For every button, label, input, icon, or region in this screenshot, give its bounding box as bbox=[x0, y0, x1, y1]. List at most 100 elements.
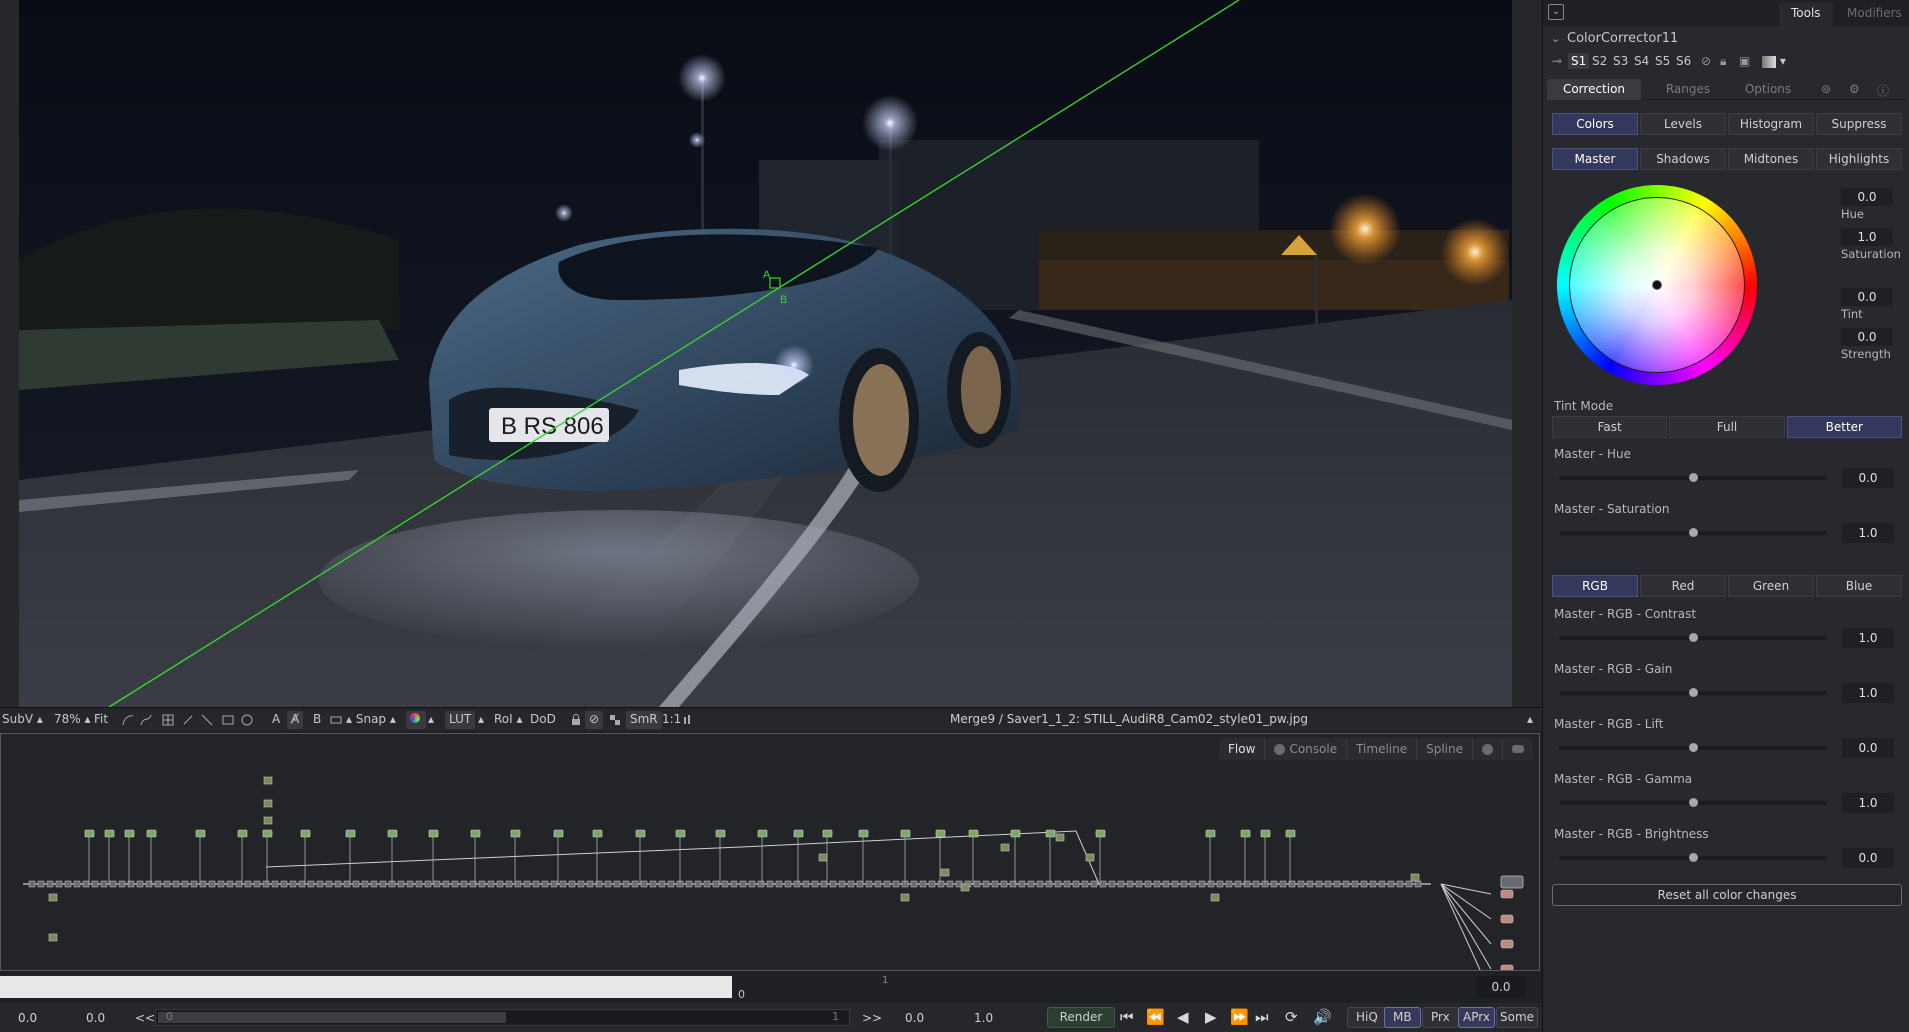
version-s2[interactable]: S2 bbox=[1589, 53, 1610, 69]
version-s1[interactable]: S1 bbox=[1568, 53, 1590, 69]
render-start-field[interactable]: 0.0 bbox=[86, 1008, 105, 1028]
flow-node[interactable] bbox=[1135, 880, 1143, 888]
flow-node[interactable] bbox=[748, 880, 756, 888]
flow-node[interactable] bbox=[1351, 880, 1359, 888]
merge-node[interactable] bbox=[1500, 875, 1524, 889]
loader-node[interactable] bbox=[1010, 829, 1021, 838]
loader-node[interactable] bbox=[84, 829, 95, 838]
rgb-gamma-field[interactable]: 1.0 bbox=[1842, 793, 1894, 813]
rectangle-icon[interactable] bbox=[221, 713, 235, 727]
loader-node[interactable] bbox=[124, 829, 135, 838]
loader-node[interactable] bbox=[1285, 829, 1296, 838]
pin-icon[interactable]: ⊸ bbox=[1549, 53, 1565, 69]
flow-node[interactable] bbox=[1055, 833, 1065, 842]
channel-menu-arrow[interactable]: ▴ bbox=[428, 712, 434, 726]
split-ab-icon[interactable]: A̸ bbox=[287, 711, 304, 729]
flow-node[interactable] bbox=[775, 880, 783, 888]
flow-node[interactable] bbox=[263, 816, 273, 825]
flow-node[interactable] bbox=[856, 880, 864, 888]
loader-node[interactable] bbox=[428, 829, 439, 838]
flow-node[interactable] bbox=[818, 853, 828, 862]
loader-node[interactable] bbox=[553, 829, 564, 838]
version-s5[interactable]: S5 bbox=[1652, 53, 1673, 69]
render-button[interactable]: Render bbox=[1047, 1007, 1115, 1028]
flow-node[interactable] bbox=[667, 880, 675, 888]
fit-button[interactable]: Fit bbox=[94, 712, 108, 726]
node-graph[interactable] bbox=[1, 734, 1539, 970]
flow-node[interactable] bbox=[1144, 880, 1152, 888]
tab-green[interactable]: Green bbox=[1728, 575, 1814, 597]
color-wheel[interactable] bbox=[1557, 185, 1757, 385]
flow-node[interactable] bbox=[496, 880, 504, 888]
loader-node[interactable] bbox=[858, 829, 869, 838]
flow-node[interactable] bbox=[559, 880, 567, 888]
flow-node[interactable] bbox=[703, 880, 711, 888]
rgb-brightness-slider[interactable] bbox=[1559, 853, 1827, 862]
flow-node[interactable] bbox=[253, 880, 261, 888]
color-swatch-icon[interactable]: ▾ bbox=[1759, 53, 1789, 69]
flow-node[interactable] bbox=[1090, 880, 1098, 888]
strength-field[interactable]: 0.0 bbox=[1841, 328, 1893, 346]
flow-node[interactable] bbox=[379, 880, 387, 888]
flow-node[interactable] bbox=[946, 880, 954, 888]
zoom-menu[interactable]: 78% ▴ bbox=[54, 712, 91, 726]
color-channel-icon[interactable] bbox=[406, 711, 426, 729]
flow-node[interactable] bbox=[55, 880, 63, 888]
flow-node[interactable] bbox=[1315, 880, 1323, 888]
flow-node[interactable] bbox=[109, 880, 117, 888]
flow-node[interactable] bbox=[739, 880, 747, 888]
flow-node[interactable] bbox=[451, 880, 459, 888]
flow-node[interactable] bbox=[730, 880, 738, 888]
tab-red[interactable]: Red bbox=[1640, 575, 1726, 597]
rgb-lift-knob[interactable] bbox=[1689, 743, 1698, 752]
current-time-field[interactable]: 0.0 bbox=[1476, 976, 1526, 998]
step-forward-icon[interactable]: ⏩ bbox=[1230, 1008, 1249, 1026]
flow-node[interactable] bbox=[757, 880, 765, 888]
tint-mode-better[interactable]: Better bbox=[1786, 416, 1902, 438]
tab-suppress[interactable]: Suppress bbox=[1816, 113, 1902, 135]
loader-node[interactable] bbox=[675, 829, 686, 838]
flow-node[interactable] bbox=[1216, 880, 1224, 888]
rgb-contrast-knob[interactable] bbox=[1689, 633, 1698, 642]
view-b-button[interactable]: B bbox=[313, 712, 321, 726]
flow-panel[interactable]: Flow Console Timeline Spline bbox=[0, 733, 1540, 971]
loader-node[interactable] bbox=[968, 829, 979, 838]
loader-node[interactable] bbox=[1240, 829, 1251, 838]
rgb-gamma-knob[interactable] bbox=[1689, 798, 1698, 807]
rgb-gain-field[interactable]: 1.0 bbox=[1842, 683, 1894, 703]
flow-node[interactable] bbox=[478, 880, 486, 888]
flow-node[interactable] bbox=[181, 880, 189, 888]
guides-icon[interactable] bbox=[329, 713, 343, 727]
tab-blue[interactable]: Blue bbox=[1816, 575, 1902, 597]
flow-node[interactable] bbox=[1126, 880, 1134, 888]
loop-icon[interactable]: ⟳ bbox=[1285, 1008, 1298, 1026]
tint-mode-fast[interactable]: Fast bbox=[1552, 416, 1668, 438]
flow-node[interactable] bbox=[1360, 880, 1368, 888]
polyline-icon[interactable] bbox=[121, 713, 135, 727]
saturation-field[interactable]: 1.0 bbox=[1841, 228, 1893, 246]
go-to-start-icon[interactable]: ⏮ bbox=[1120, 1008, 1134, 1026]
ratio-button[interactable]: 1:1 bbox=[662, 712, 681, 726]
flow-node[interactable] bbox=[514, 880, 522, 888]
flow-node[interactable] bbox=[424, 880, 432, 888]
tab-ranges[interactable]: Ranges bbox=[1648, 79, 1728, 100]
flow-node[interactable] bbox=[577, 880, 585, 888]
flow-node[interactable] bbox=[622, 880, 630, 888]
gear-icon[interactable]: ⚙ bbox=[1839, 79, 1870, 100]
tab-colors[interactable]: Colors bbox=[1552, 113, 1638, 135]
loader-node[interactable] bbox=[262, 829, 273, 838]
saver-node[interactable] bbox=[1500, 964, 1514, 970]
some-button[interactable]: Some bbox=[1496, 1007, 1539, 1028]
flow-node[interactable] bbox=[937, 880, 945, 888]
flow-node[interactable] bbox=[523, 880, 531, 888]
flow-node[interactable] bbox=[235, 880, 243, 888]
flow-node[interactable] bbox=[940, 868, 950, 877]
flow-node[interactable] bbox=[263, 776, 273, 785]
flow-node[interactable] bbox=[415, 880, 423, 888]
flow-node[interactable] bbox=[1207, 880, 1215, 888]
tab-console[interactable]: Console bbox=[1265, 738, 1348, 760]
global-start-field[interactable]: 0.0 bbox=[18, 1008, 37, 1028]
flow-node[interactable] bbox=[793, 880, 801, 888]
viewer[interactable]: B RS 806 A B bbox=[0, 0, 1542, 707]
settings-circle-icon[interactable]: ⊚ bbox=[1811, 79, 1841, 100]
